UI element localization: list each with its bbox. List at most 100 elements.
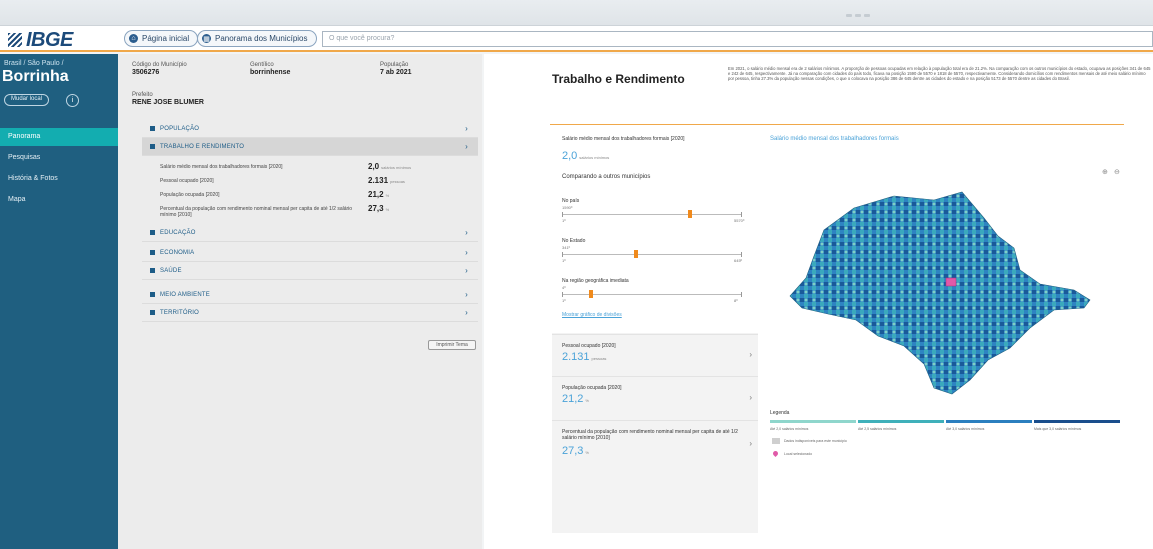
nav-item-1[interactable]: Pesquisas [0,149,118,167]
home-button[interactable]: ⌂ Página inicial [124,30,199,47]
sao-paulo-state-shape [789,191,1091,395]
slider-max-label: 5570º [734,218,745,223]
city-name: Borrinha [2,68,69,85]
slider-rank: 1590º [562,205,573,210]
nav-item-0[interactable]: Panorama [0,128,118,146]
selected-marker-icon [771,449,780,458]
indicator-row[interactable]: Salário médio mensal dos trabalhadores f… [160,162,478,171]
indicator-column: Salário médio mensal dos trabalhadores f… [552,128,758,533]
slider-thumb[interactable] [688,210,692,218]
indicator-row[interactable]: População ocupada [2020] 21,2% [160,190,478,199]
no-data-label: Dados indisponíveis para este município [784,439,847,443]
panorama-button[interactable]: ▦ Panorama dos Municípios [197,30,317,47]
category-icon [150,250,155,255]
indicator-label: Salário médio mensal dos trabalhadores f… [160,164,283,170]
category-icon [150,268,155,273]
window-grip-icon [846,14,886,20]
map-title: Salário médio mensal dos trabalhadores f… [770,136,899,142]
chevron-right-icon: › [465,266,468,275]
summary-panel: Código do Município 3506276 Gentílico borr… [118,54,482,549]
chevron-right-icon: › [465,124,468,133]
zoom-out-icon[interactable]: ⊖ [1114,168,1120,176]
info-icon[interactable]: i [66,94,79,107]
salary-card[interactable]: Salário médio mensal dos trabalhadores f… [552,128,758,333]
legend-label: Mais que 3,0 salários mínimos [1034,427,1082,431]
rank-slider[interactable] [562,290,742,298]
chevron-right-icon: › [465,228,468,237]
zoom-in-icon[interactable]: ⊕ [1102,168,1108,176]
category-4[interactable]: SAÚDE › [142,262,478,280]
map-area: Salário médio mensal dos trabalhadores f… [770,128,1134,533]
indicator-card[interactable]: Percentual da população com rendimento n… [552,420,758,468]
category-0[interactable]: POPULAÇÃO › [142,120,478,138]
card-label: Percentual da população com rendimento n… [562,429,738,441]
nav-item-2[interactable]: História & Fotos [0,170,118,188]
chevron-right-icon: › [465,142,468,151]
change-location-button[interactable]: Mudar local [4,94,50,106]
city-sidebar: Brasil / São Paulo / Borrinha Mudar loca… [0,54,118,549]
category-3[interactable]: ECONOMIA › [142,244,478,262]
print-theme-button[interactable]: Imprimir Tema [428,340,476,350]
mayor: Prefeito RENE JOSE BLUMER [132,92,204,106]
ibge-stripes-icon [8,33,22,47]
category-label: ECONOMIA [160,249,195,256]
indicator-value: 21,2% [368,190,390,199]
indicator-row[interactable]: Pessoal ocupado [2020] 2.131 pessoas [160,176,478,185]
slider-title: No Estado [562,238,586,244]
indicator-label: Pessoal ocupado [2020] [160,178,214,184]
search-input[interactable]: O que você procura? [322,31,1153,47]
legend-label: Até 2,5 salários mínimos [858,427,897,431]
legend-label: Até 2,0 salários mínimos [770,427,809,431]
indicator-row[interactable]: Percentual da população com rendimento n… [160,204,389,218]
slider-rank: 341º [562,245,571,250]
category-icon [150,230,155,235]
selected-label: Local selecionado [784,452,813,456]
legend-swatch [1034,420,1120,423]
card-label: Pessoal ocupado [2020] [562,343,616,349]
indicator-card[interactable]: Pessoal ocupado [2020] 2.131 pessoas › [552,334,758,376]
category-label: EDUCAÇÃO [160,229,196,236]
category-icon [150,292,155,297]
slider-min-label: 1º [562,258,566,263]
card-value: 27,3% [562,445,589,457]
state-map[interactable] [784,178,1124,428]
home-icon: ⌂ [129,34,138,43]
slider-max-label: 645º [734,258,743,263]
divider [550,124,1124,125]
slider-min-label: 1º [562,298,566,303]
category-6[interactable]: TERRITÓRIO › [142,304,478,322]
card-label: População ocupada [2020] [562,385,622,391]
site-header: IBGE ⌂ Página inicial ▦ Panorama dos Munic… [0,26,1153,52]
ibge-logo[interactable]: IBGE [8,29,73,52]
slider-min-label: 1º [562,218,566,223]
population-date: População 7 ab 2021 [380,62,412,76]
nav-item-3[interactable]: Mapa [0,191,118,209]
show-divisions-link[interactable]: Mostrar gráfico de divisões [562,312,622,318]
legend-swatch [858,420,944,423]
slider-thumb[interactable] [634,250,638,258]
browser-toolbar [0,0,1153,26]
category-label: TRABALHO E RENDIMENTO [160,143,245,150]
indicator-label: População ocupada [2020] [160,192,220,198]
chevron-right-icon: › [465,308,468,317]
selected-municipality-marker[interactable] [945,277,957,287]
indicator-card[interactable]: População ocupada [2020] 21,2% › [552,376,758,420]
chevron-right-icon: › [749,439,752,448]
rank-slider[interactable] [562,210,742,218]
grid-icon: ▦ [202,34,211,43]
breadcrumb[interactable]: Brasil / São Paulo / [4,60,64,67]
theme-title: Trabalho e Rendimento [552,72,685,86]
rank-slider[interactable] [562,250,742,258]
category-5[interactable]: MEIO AMBIENTE › [142,286,478,304]
legend-label: Até 3,0 salários mínimos [946,427,985,431]
category-label: TERRITÓRIO [160,309,199,316]
app-window: IBGE ⌂ Página inicial ▦ Panorama dos Munic… [0,0,1153,549]
legend-title: Legenda [770,410,790,416]
category-2[interactable]: EDUCAÇÃO › [142,224,478,242]
indicator-value: 2.131 pessoas [368,176,405,185]
slider-thumb[interactable] [589,290,593,298]
category-1[interactable]: TRABALHO E RENDIMENTO › [142,138,478,156]
compare-label: Comparando a outros municípios [562,174,651,180]
chevron-right-icon: › [749,350,752,359]
category-label: MEIO AMBIENTE [160,291,210,298]
